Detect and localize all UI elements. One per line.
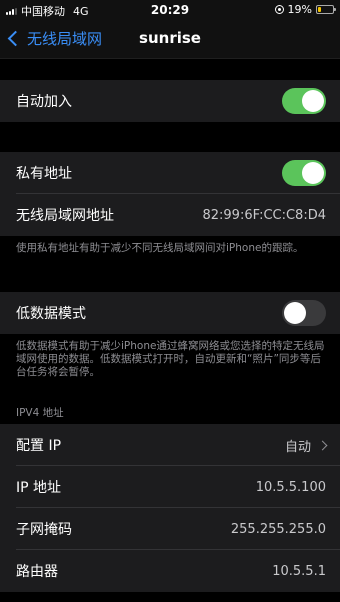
navigation-bar: 无线局域网 sunrise bbox=[0, 20, 340, 59]
battery-percent: 19% bbox=[287, 3, 312, 16]
low-data-mode-row: 低数据模式 bbox=[0, 292, 340, 334]
auto-join-label: 自动加入 bbox=[16, 94, 72, 110]
configure-ip-value: 自动 bbox=[284, 436, 328, 455]
auto-join-toggle[interactable] bbox=[282, 88, 326, 114]
orientation-lock-icon bbox=[274, 5, 284, 14]
wifi-address-label: 无线局域网地址 bbox=[16, 208, 114, 224]
status-bar: 中国移动 4G 20:29 19% bbox=[0, 0, 340, 20]
router-row: 路由器 10.5.5.1 bbox=[0, 550, 340, 592]
low-data-mode-label: 低数据模式 bbox=[16, 306, 86, 322]
low-data-mode-toggle[interactable] bbox=[282, 300, 326, 326]
configure-ip-row[interactable]: 配置 IP 自动 bbox=[0, 424, 340, 466]
private-address-toggle[interactable] bbox=[282, 160, 326, 186]
configure-ip-label: 配置 IP bbox=[16, 438, 62, 454]
chevron-right-icon bbox=[317, 440, 328, 450]
private-address-row: 私有地址 bbox=[0, 152, 340, 194]
router-value: 10.5.5.1 bbox=[272, 563, 326, 579]
ip-address-row: IP 地址 10.5.5.100 bbox=[0, 466, 340, 508]
auto-join-row: 自动加入 bbox=[0, 80, 340, 122]
chevron-left-icon bbox=[7, 30, 24, 47]
wifi-address-row: 无线局域网地址 82:99:6F:CC:C8:D4 bbox=[0, 194, 340, 236]
toggle-knob bbox=[284, 302, 306, 324]
back-button[interactable]: 无线局域网 bbox=[7, 28, 103, 49]
toggle-knob bbox=[302, 90, 324, 112]
battery-icon bbox=[316, 5, 336, 14]
toggle-knob bbox=[302, 162, 324, 184]
wifi-address-value: 82:99:6F:CC:C8:D4 bbox=[202, 207, 326, 223]
subnet-mask-label: 子网掩码 bbox=[16, 522, 72, 538]
subnet-mask-value: 255.255.255.0 bbox=[230, 521, 326, 537]
ip-address-value: 10.5.5.100 bbox=[255, 479, 326, 495]
ip-address-label: IP 地址 bbox=[16, 480, 62, 496]
private-address-footnote: 使用私有地址有助于减少不同无线局域网间对iPhone的跟踪。 bbox=[16, 242, 304, 254]
private-address-label: 私有地址 bbox=[16, 166, 72, 182]
configure-ip-value-text: 自动 bbox=[284, 439, 311, 455]
subnet-mask-row: 子网掩码 255.255.255.0 bbox=[0, 508, 340, 550]
back-button-label: 无线局域网 bbox=[27, 30, 103, 48]
ipv4-section-header: IPV4 地址 bbox=[16, 407, 64, 419]
low-data-mode-footnote: 低数据模式有助于减少iPhone通过蜂窝网络或您选择的特定无线局域网使用的数据。… bbox=[16, 340, 325, 378]
router-label: 路由器 bbox=[16, 564, 58, 580]
status-right: 19% bbox=[274, 3, 336, 16]
